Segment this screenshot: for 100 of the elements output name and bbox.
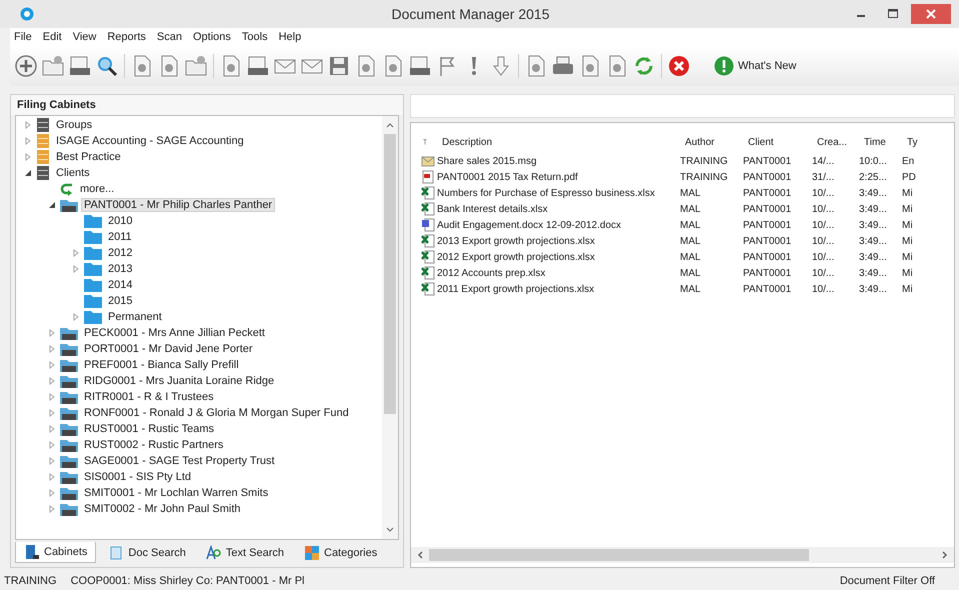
scroll-left-icon[interactable] (415, 550, 425, 560)
table-cell-text: 10/... (812, 284, 836, 294)
spreadsheet-icon (421, 250, 435, 264)
horizontal-scrollbar[interactable] (411, 547, 954, 563)
menu-item[interactable]: Edit (42, 31, 62, 43)
cabinet-icon (35, 133, 51, 149)
tree-item[interactable]: PORT0001 - Mr David Jene Porter (82, 343, 255, 355)
save-icon[interactable] (327, 54, 351, 78)
expand-arrow-icon[interactable] (48, 409, 56, 417)
table-cell-text: MAL (680, 268, 702, 278)
table-cell-text: MAL (680, 204, 702, 214)
cabinet-icon (35, 117, 51, 133)
column-header[interactable]: Time (864, 136, 900, 148)
expand-arrow-icon[interactable] (48, 489, 56, 497)
folder-icon (83, 245, 103, 261)
tree-item[interactable]: Clients (54, 167, 92, 179)
folder-icon[interactable] (184, 54, 208, 78)
tree-item[interactable]: 2013 (106, 263, 134, 275)
tree-item[interactable]: Best Practice (54, 151, 123, 163)
table-cell-text: MAL (680, 252, 702, 262)
expand-arrow-icon[interactable] (72, 249, 80, 257)
table-cell-text: MAL (680, 220, 702, 230)
menu-item[interactable]: Scan (156, 31, 182, 43)
vertical-scrollbar[interactable] (382, 116, 398, 539)
tree-item[interactable]: SAGE0001 - SAGE Test Property Trust (82, 455, 277, 467)
add-icon[interactable] (14, 54, 38, 78)
tab[interactable]: Text Search (198, 542, 292, 563)
tree-item[interactable]: 2014 (106, 279, 134, 291)
expand-arrow-icon[interactable] (72, 265, 80, 273)
status-text: COOP0001: Miss Shirley Co: PANT0001 - Mr Pl (70, 575, 304, 587)
tree-item[interactable]: Groups (54, 119, 94, 131)
search-icon[interactable] (95, 54, 119, 78)
panel-title: Filing Cabinets (11, 95, 403, 115)
menu-item[interactable]: Tools (242, 31, 268, 43)
column-header[interactable]: Client (748, 136, 810, 148)
tree-item[interactable]: 2011 (106, 231, 134, 243)
table-cell-text: PANT0001 (743, 236, 792, 246)
expand-arrow-icon[interactable] (72, 313, 80, 321)
close-circle-icon[interactable] (667, 54, 691, 78)
menu-item[interactable]: View (72, 31, 96, 43)
expand-arrow-icon[interactable] (48, 393, 56, 401)
table-cell-text: 31/... (812, 172, 836, 182)
tree-item[interactable]: PECK0001 - Mrs Anne Jillian Peckett (82, 327, 267, 339)
tree-item[interactable]: Permanent (106, 311, 164, 323)
tab[interactable]: Cabinets (15, 542, 96, 563)
expand-arrow-icon[interactable] (48, 457, 56, 465)
client-folder-icon (59, 485, 79, 501)
collapse-arrow-icon[interactable] (48, 201, 56, 209)
expand-arrow-icon[interactable] (48, 377, 56, 385)
scrollbar-thumb[interactable] (384, 134, 396, 414)
close-icon[interactable] (911, 4, 951, 24)
tree-item[interactable]: RITR0001 - R & I Trustees (82, 391, 216, 403)
tree-item[interactable]: SIS0001 - SIS Pty Ltd (82, 471, 194, 483)
expand-arrow-icon[interactable] (48, 441, 56, 449)
tree-item[interactable]: SMIT0001 - Mr Lochlan Warren Smits (82, 487, 270, 499)
table-cell-text: PANT0001 (743, 188, 792, 198)
tree-item[interactable]: RONF0001 - Ronald J & Gloria M Morgan Super Fund (82, 407, 351, 419)
scrollbar-thumb[interactable] (429, 549, 809, 561)
column-header[interactable]: Description (442, 136, 678, 148)
window-title: Document Manager 2015 (390, 6, 550, 22)
tree-item[interactable]: RUST0002 - Rustic Partners (82, 439, 226, 451)
menu-item[interactable]: File (14, 31, 32, 43)
expand-arrow-icon[interactable] (48, 361, 56, 369)
menu-item[interactable]: Help (278, 31, 302, 43)
folder-icon (83, 213, 103, 229)
expand-arrow-icon[interactable] (24, 137, 32, 145)
tree-item[interactable]: 2015 (106, 295, 134, 307)
column-header[interactable]: Crea... (817, 136, 857, 148)
column-header[interactable]: Ty (907, 136, 921, 148)
whats-new-button[interactable]: What's New (712, 54, 798, 78)
expand-arrow-icon[interactable] (48, 345, 56, 353)
tree-item[interactable]: PANT0001 - Mr Philip Charles Panther (82, 199, 274, 211)
tree-item[interactable]: ISAGE Accounting - SAGE Accounting (54, 135, 246, 147)
folder-add-icon[interactable] (41, 54, 65, 78)
tab[interactable]: Categories (296, 542, 386, 563)
expand-arrow-icon[interactable] (24, 121, 32, 129)
expand-arrow-icon[interactable] (48, 505, 56, 513)
tree-item[interactable]: 2010 (106, 215, 134, 227)
tab[interactable]: Doc Search (100, 542, 194, 563)
menu-item[interactable]: Reports (107, 31, 146, 43)
tree-item[interactable]: 2012 (106, 247, 134, 259)
scroll-right-icon[interactable] (940, 550, 950, 560)
app-icon (20, 7, 34, 21)
expand-arrow-icon[interactable] (24, 153, 32, 161)
table-cell-text: Mi (902, 204, 914, 214)
scanner-icon[interactable] (68, 54, 92, 78)
collapse-arrow-icon[interactable] (24, 169, 32, 177)
expand-arrow-icon[interactable] (48, 473, 56, 481)
column-header[interactable]: Author (685, 136, 741, 148)
table-cell-text: PANT0001 (743, 172, 792, 182)
expand-arrow-icon[interactable] (48, 425, 56, 433)
tree-item[interactable]: RUST0001 - Rustic Teams (82, 423, 216, 435)
table-cell-text: TRAINING (680, 156, 729, 166)
tree-item[interactable]: RIDG0001 - Mrs Juanita Loraine Ridge (82, 375, 276, 387)
menu-item[interactable]: Options (192, 31, 231, 43)
tree-item[interactable]: PREF0001 - Bianca Sally Prefill (82, 359, 241, 371)
tree-item[interactable]: SMIT0002 - Mr John Paul Smith (82, 503, 243, 515)
tree-item[interactable]: more... (78, 183, 116, 195)
expand-arrow-icon[interactable] (48, 329, 56, 337)
spreadsheet-icon (421, 234, 435, 248)
